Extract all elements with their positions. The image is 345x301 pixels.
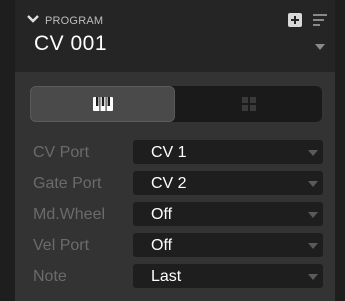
dropdown-arrow-icon [308,150,318,156]
note-label: Note [33,268,67,285]
vel-port-label: Vel Port [33,237,90,254]
program-panel: PROGRAM CV 001 CV Port CV 1 Gate Port CV… [15,0,335,301]
program-name[interactable]: CV 001 [34,32,107,56]
mode-toggle [30,86,322,122]
mod-wheel-label: Md.Wheel [33,206,106,223]
dropdown-arrow-icon [308,274,318,280]
settings-row-gate-port: Gate Port CV 2 [15,171,335,195]
gate-port-value: CV 2 [151,175,187,192]
dropdown-arrow-icon [308,212,318,218]
vel-port-select[interactable]: Off [133,233,323,257]
mod-wheel-value: Off [151,206,173,223]
vel-port-value: Off [151,237,173,254]
note-select[interactable]: Last [133,264,323,288]
menu-icon[interactable] [313,14,327,26]
grid-mode-button[interactable] [175,86,322,122]
cv-port-value: CV 1 [151,144,187,161]
cv-port-label: CV Port [33,144,90,161]
gate-port-label: Gate Port [33,175,102,192]
keyboard-mode-button[interactable] [30,86,175,122]
keyboard-icon [92,97,113,111]
settings-row-mod-wheel: Md.Wheel Off [15,202,335,226]
collapse-chevron-icon[interactable] [27,14,39,24]
dropdown-arrow-icon [308,181,318,187]
settings-row-vel-port: Vel Port Off [15,233,335,257]
program-header: PROGRAM CV 001 [15,0,335,72]
settings-row-note: Note Last [15,264,335,288]
dropdown-arrow-icon [308,243,318,249]
grid-icon [241,97,256,111]
program-dropdown-arrow-icon[interactable] [315,44,325,50]
section-label: PROGRAM [45,15,104,27]
note-value: Last [151,268,182,285]
settings-row-cv-port: CV Port CV 1 [15,140,335,164]
gate-port-select[interactable]: CV 2 [133,171,323,195]
cv-port-select[interactable]: CV 1 [133,140,323,164]
add-icon[interactable] [288,13,302,27]
mod-wheel-select[interactable]: Off [133,202,323,226]
